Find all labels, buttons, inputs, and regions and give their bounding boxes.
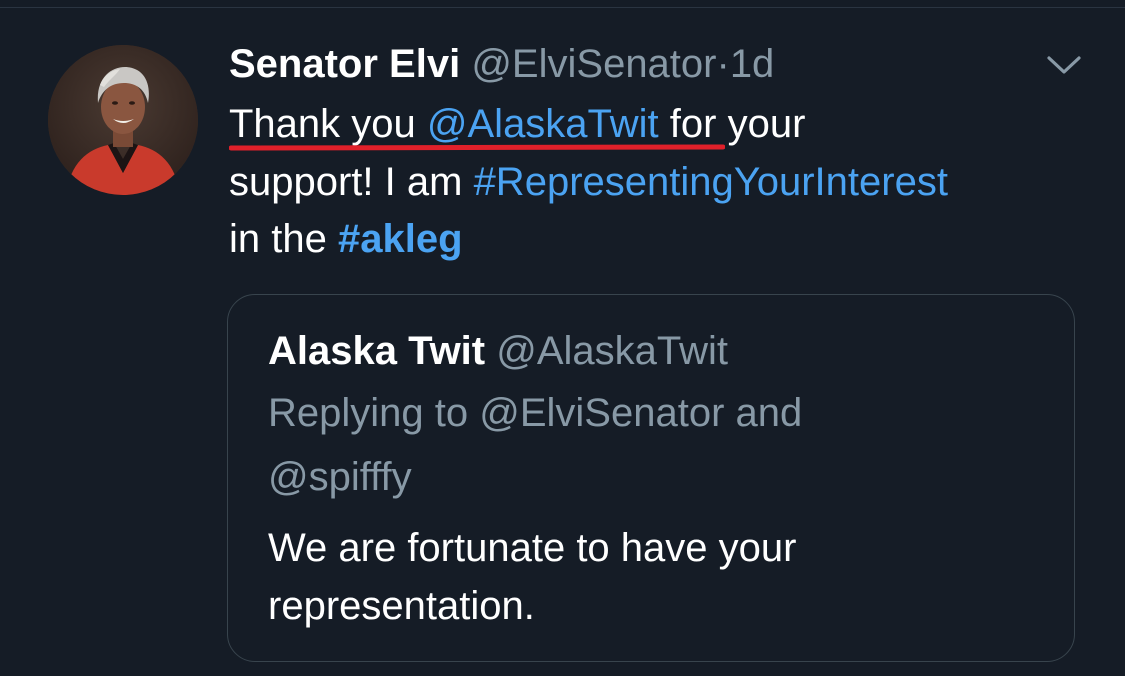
top-divider [0,7,1125,8]
chevron-down-icon[interactable] [1044,50,1084,80]
tweet-text-segment: in the [229,217,338,261]
tweet-text-line: in the #akleg [229,211,1089,269]
quoted-author-handle[interactable]: @AlaskaTwit [496,329,728,373]
quoted-author-display-name[interactable]: Alaska Twit [268,329,485,373]
replying-to-line: @spifffy [268,455,412,499]
hashtag-link[interactable]: #akleg [338,217,463,261]
tweet-text-line: support! I am #RepresentingYourInterest [229,154,1089,212]
tweet-timestamp[interactable]: 1d [730,42,775,86]
quoted-tweet-text: We are fortunate to have your representa… [268,519,1058,635]
author-handle[interactable]: @ElviSenator [471,42,716,86]
quoted-tweet-header: Alaska Twit @AlaskaTwit [268,321,1058,381]
tweet-text-segment: Thank you [229,102,427,146]
hashtag-link[interactable]: #RepresentingYourInterest [474,160,948,204]
quoted-tweet-content: Alaska Twit @AlaskaTwit Replying to @Elv… [268,321,1058,635]
replying-to-line: Replying to @ElviSenator and [268,391,803,435]
quoted-tweet-card[interactable]: Alaska Twit @AlaskaTwit Replying to @Elv… [227,294,1075,662]
tweet-header: Senator Elvi @ElviSenator·1d [229,40,774,88]
header-separator: · [716,42,730,86]
tweet-text: Thank you @AlaskaTwit for your support! … [229,96,1089,269]
author-display-name[interactable]: Senator Elvi [229,42,460,86]
tweet-text-segment: support! I am [229,159,474,204]
tweet-text-segment: for your [658,102,806,146]
quoted-text-line: We are fortunate to have your [268,526,797,570]
quoted-text-line: representation. [268,584,535,628]
mention-link[interactable]: @AlaskaTwit [427,102,659,146]
red-underline-annotation [229,144,725,151]
avatar[interactable] [48,45,198,195]
profile-photo [48,45,198,195]
